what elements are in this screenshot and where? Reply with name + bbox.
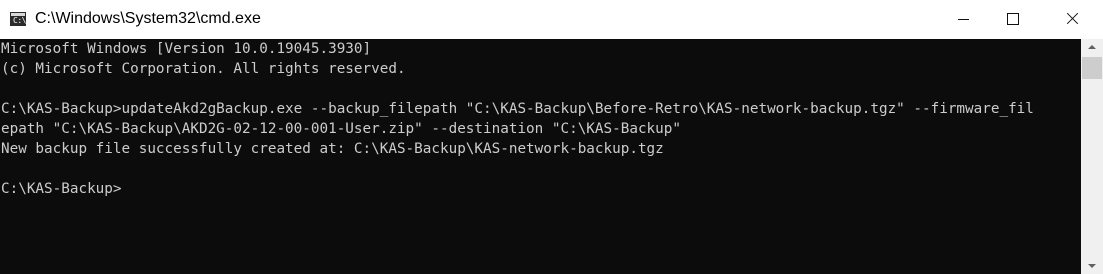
cmd-icon-glyph: C:\. [13,16,31,25]
chevron-down-icon [1088,264,1096,268]
cmd-icon[interactable]: C:\. [10,12,31,26]
cmd-window: C:\. C:\Windows\System32\cmd.exe Microso… [0,0,1103,274]
console-output[interactable]: Microsoft Windows [Version 10.0.19045.39… [0,39,1081,274]
console-line: (c) Microsoft Corporation. All rights re… [1,61,406,77]
minimize-button[interactable] [941,0,987,39]
maximize-icon [1007,13,1019,25]
command-prompt[interactable]: C:\KAS-Backup> [1,179,122,199]
window-title: C:\Windows\System32\cmd.exe [35,10,261,27]
console-line: epath "C:\KAS-Backup\AKD2G-02-12-00-001-… [1,121,681,137]
minimize-icon [958,19,969,20]
close-icon [1066,12,1079,25]
console-line: C:\KAS-Backup>updateAkd2gBackup.exe --ba… [1,101,1034,117]
console-line: New backup file successfully created at:… [1,141,664,157]
title-bar[interactable]: C:\. C:\Windows\System32\cmd.exe [0,0,1103,39]
vertical-scrollbar[interactable] [1081,39,1103,274]
scroll-down-button[interactable] [1081,257,1103,274]
chevron-up-icon [1088,45,1096,49]
maximize-button[interactable] [989,0,1035,39]
scrollbar-thumb[interactable] [1082,57,1102,79]
scroll-up-button[interactable] [1081,39,1103,56]
console-line: Microsoft Windows [Version 10.0.19045.39… [1,41,372,57]
close-button[interactable] [1050,0,1096,39]
